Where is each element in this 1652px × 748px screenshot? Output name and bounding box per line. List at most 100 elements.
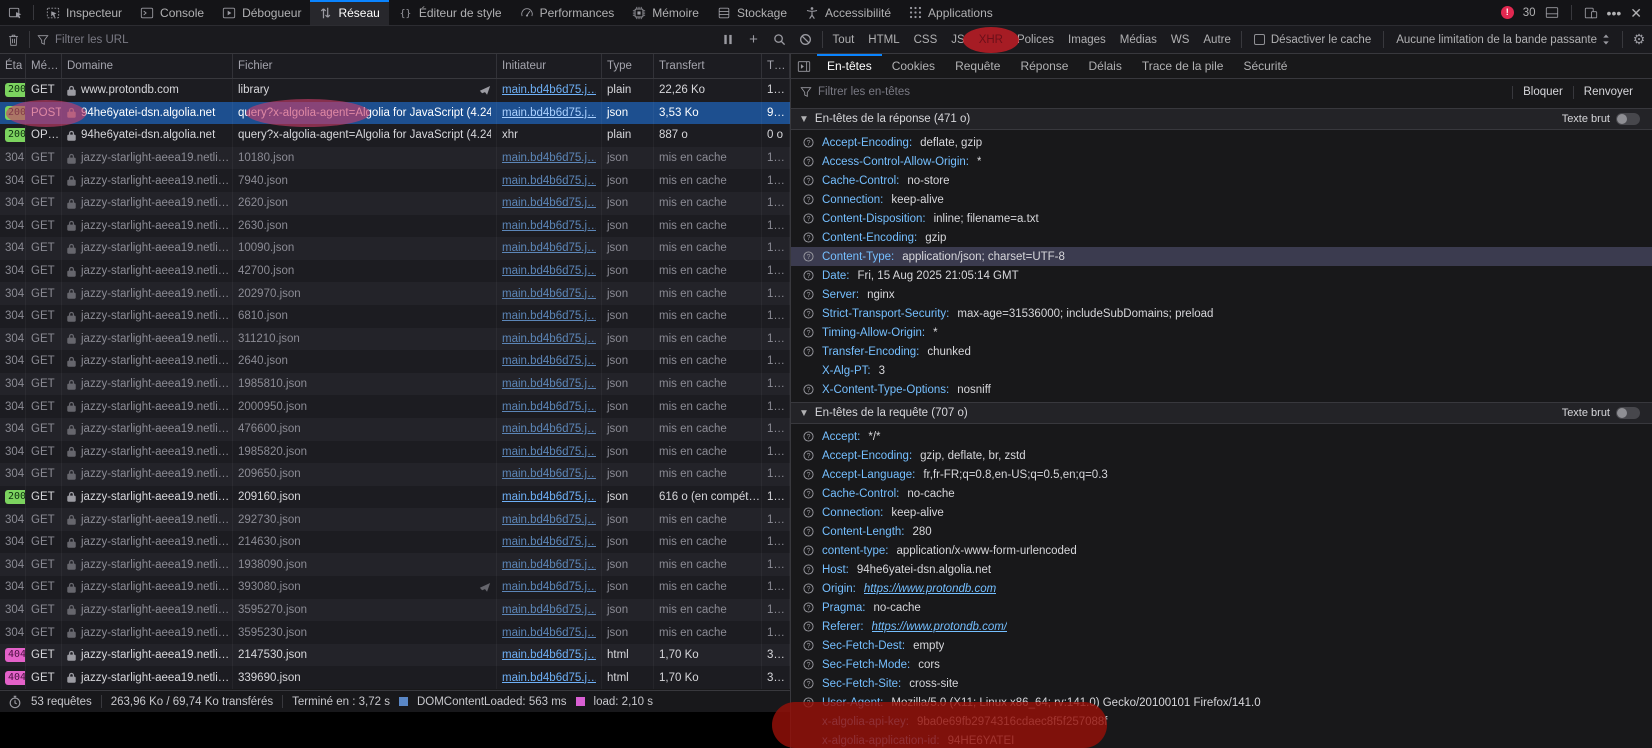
search-button[interactable]	[767, 28, 793, 52]
filter-xhr[interactable]: XHR	[972, 31, 1010, 49]
initiator-link[interactable]: main.bd4b6d75.j…	[502, 355, 596, 367]
request-row[interactable]: 200 GET jazzy-starlight-aeea19.netli… 20…	[0, 486, 790, 509]
request-row[interactable]: 304 GET jazzy-starlight-aeea19.netli… 79…	[0, 169, 790, 192]
initiator-link[interactable]: main.bd4b6d75.j…	[502, 672, 596, 684]
column-header-2[interactable]: Domaine	[62, 54, 233, 78]
request-row[interactable]: 304 GET jazzy-starlight-aeea19.netli… 42…	[0, 260, 790, 283]
initiator-link[interactable]: main.bd4b6d75.j…	[502, 491, 596, 503]
request-row[interactable]: 404 GET jazzy-starlight-aeea19.netli… 21…	[0, 644, 790, 667]
header-row[interactable]: ? Access-Control-Allow-Origin: *	[791, 152, 1652, 171]
header-row[interactable]: ? Date: Fri, 15 Aug 2025 21:05:14 GMT	[791, 266, 1652, 285]
error-count[interactable]: 30	[1523, 7, 1536, 19]
throttling-select[interactable]: Aucune limitation de la bande passante	[1387, 34, 1619, 46]
header-row[interactable]: ? Host: 94he6yatei-dsn.algolia.net	[791, 560, 1652, 579]
pick-element-button[interactable]	[0, 0, 30, 25]
header-row[interactable]: ? Timing-Allow-Origin: *	[791, 323, 1652, 342]
initiator-link[interactable]: main.bd4b6d75.j…	[502, 559, 596, 571]
request-row[interactable]: 304 GET jazzy-starlight-aeea19.netli… 35…	[0, 621, 790, 644]
disable-cache-checkbox[interactable]	[1254, 34, 1265, 45]
meatball-menu-icon[interactable]: •••	[1607, 6, 1622, 20]
header-row[interactable]: ? Sec-Fetch-Site: cross-site	[791, 674, 1652, 693]
header-value[interactable]: https://www.protondb.com/	[872, 621, 1008, 633]
raw-toggle-switch[interactable]	[1616, 113, 1640, 125]
request-row[interactable]: 404 GET jazzy-starlight-aeea19.netli… 33…	[0, 666, 790, 689]
tab-storage[interactable]: Stockage	[708, 0, 796, 25]
split-console-icon[interactable]	[1545, 6, 1559, 19]
url-filter-input[interactable]	[55, 34, 715, 46]
details-tab-s-curit-[interactable]: Sécurité	[1233, 54, 1297, 78]
filter-tout[interactable]: Tout	[826, 31, 862, 49]
header-row[interactable]: ? Sec-Fetch-Mode: cors	[791, 655, 1652, 674]
initiator-link[interactable]: main.bd4b6d75.j…	[502, 84, 596, 96]
pause-traffic-button[interactable]	[715, 28, 741, 52]
tab-style-editor[interactable]: {}Éditeur de style	[389, 0, 511, 25]
initiator-link[interactable]: main.bd4b6d75.j…	[502, 627, 596, 639]
details-tab-trace-de-la-pile[interactable]: Trace de la pile	[1132, 54, 1234, 78]
block-request-button[interactable]	[793, 28, 819, 52]
tab-performance[interactable]: Performances	[511, 0, 624, 25]
initiator-link[interactable]: main.bd4b6d75.j…	[502, 265, 596, 277]
initiator-link[interactable]: main.bd4b6d75.j…	[502, 468, 596, 480]
resend-button[interactable]: Renvoyer	[1574, 79, 1643, 105]
section-header[interactable]: ▼ En-têtes de la requête (707 o) Texte b…	[791, 402, 1652, 424]
header-row[interactable]: ? X-Content-Type-Options: nosniff	[791, 380, 1652, 399]
request-row[interactable]: 304 GET jazzy-starlight-aeea19.netli… 68…	[0, 305, 790, 328]
column-header-0[interactable]: Éta	[0, 54, 26, 78]
error-badge-icon[interactable]: !	[1501, 6, 1514, 19]
request-row[interactable]: 304 GET jazzy-starlight-aeea19.netli… 26…	[0, 215, 790, 238]
header-row[interactable]: ? Transfer-Encoding: chunked	[791, 342, 1652, 361]
request-row[interactable]: 304 GET jazzy-starlight-aeea19.netli… 29…	[0, 508, 790, 531]
header-row[interactable]: ? Cache-Control: no-cache	[791, 484, 1652, 503]
initiator-link[interactable]: main.bd4b6d75.j…	[502, 423, 596, 435]
header-row[interactable]: ? content-type: application/x-www-form-u…	[791, 541, 1652, 560]
column-header-5[interactable]: Type	[602, 54, 654, 78]
column-header-1[interactable]: Mé…	[26, 54, 62, 78]
column-header-4[interactable]: Initiateur	[497, 54, 602, 78]
filter-css[interactable]: CSS	[907, 31, 945, 49]
initiator-link[interactable]: main.bd4b6d75.j…	[502, 175, 596, 187]
headers-filter-input[interactable]	[818, 86, 1506, 98]
header-row[interactable]: ? User-Agent: Mozilla/5.0 (X11; Linux x8…	[791, 693, 1652, 712]
header-row[interactable]: x-algolia-api-key: 9ba0e69fb2974316cdaec…	[791, 712, 1652, 731]
details-tab-en-t-tes[interactable]: En-têtes	[817, 54, 882, 78]
header-row[interactable]: ? Accept-Encoding: deflate, gzip	[791, 133, 1652, 152]
initiator-link[interactable]: main.bd4b6d75.j…	[502, 604, 596, 616]
request-row[interactable]: 304 GET jazzy-starlight-aeea19.netli… 39…	[0, 576, 790, 599]
filter-ws[interactable]: WS	[1164, 31, 1197, 49]
header-row[interactable]: ? Accept: */*	[791, 427, 1652, 446]
header-row[interactable]: ? Content-Encoding: gzip	[791, 228, 1652, 247]
details-tab-cookies[interactable]: Cookies	[882, 54, 945, 78]
filter-médias[interactable]: Médias	[1113, 31, 1164, 49]
request-row[interactable]: 304 GET jazzy-starlight-aeea19.netli… 31…	[0, 328, 790, 351]
tab-accessibility[interactable]: Accessibilité	[796, 0, 900, 25]
column-header-3[interactable]: Fichier	[233, 54, 497, 78]
initiator-link[interactable]: main.bd4b6d75.j…	[502, 288, 596, 300]
header-row[interactable]: ? Strict-Transport-Security: max-age=315…	[791, 304, 1652, 323]
filter-html[interactable]: HTML	[861, 31, 906, 49]
header-value[interactable]: https://www.protondb.com	[864, 583, 996, 595]
details-tab-r-ponse[interactable]: Réponse	[1010, 54, 1078, 78]
tab-memory[interactable]: Mémoire	[623, 0, 708, 25]
header-row[interactable]: ? Server: nginx	[791, 285, 1652, 304]
header-row[interactable]: X-Alg-PT: 3	[791, 361, 1652, 380]
stopwatch-icon[interactable]	[8, 695, 22, 709]
header-row[interactable]: ? Referer: https://www.protondb.com/	[791, 617, 1652, 636]
initiator-link[interactable]: main.bd4b6d75.j…	[502, 649, 596, 661]
request-row[interactable]: 304 GET jazzy-starlight-aeea19.netli… 20…	[0, 463, 790, 486]
column-header-6[interactable]: Transfert	[654, 54, 762, 78]
request-row[interactable]: 304 GET jazzy-starlight-aeea19.netli… 47…	[0, 418, 790, 441]
initiator-link[interactable]: main.bd4b6d75.j…	[502, 333, 596, 345]
request-row[interactable]: 304 GET jazzy-starlight-aeea19.netli… 21…	[0, 531, 790, 554]
request-row[interactable]: 304 GET jazzy-starlight-aeea19.netli… 10…	[0, 147, 790, 170]
header-row[interactable]: ? Accept-Encoding: gzip, deflate, br, zs…	[791, 446, 1652, 465]
disable-cache-group[interactable]: Désactiver le cache	[1245, 34, 1380, 46]
initiator-link[interactable]: main.bd4b6d75.j…	[502, 197, 596, 209]
details-tab-d-lais[interactable]: Délais	[1078, 54, 1131, 78]
filter-autre[interactable]: Autre	[1196, 31, 1238, 49]
header-row[interactable]: ? Cache-Control: no-store	[791, 171, 1652, 190]
details-tab-requ-te[interactable]: Requête	[945, 54, 1010, 78]
sidebar-toggle-button[interactable]	[791, 54, 817, 78]
request-row[interactable]: 304 GET jazzy-starlight-aeea19.netli… 19…	[0, 553, 790, 576]
initiator-link[interactable]: main.bd4b6d75.j…	[502, 446, 596, 458]
header-row[interactable]: ? Accept-Language: fr,fr-FR;q=0.8,en-US;…	[791, 465, 1652, 484]
